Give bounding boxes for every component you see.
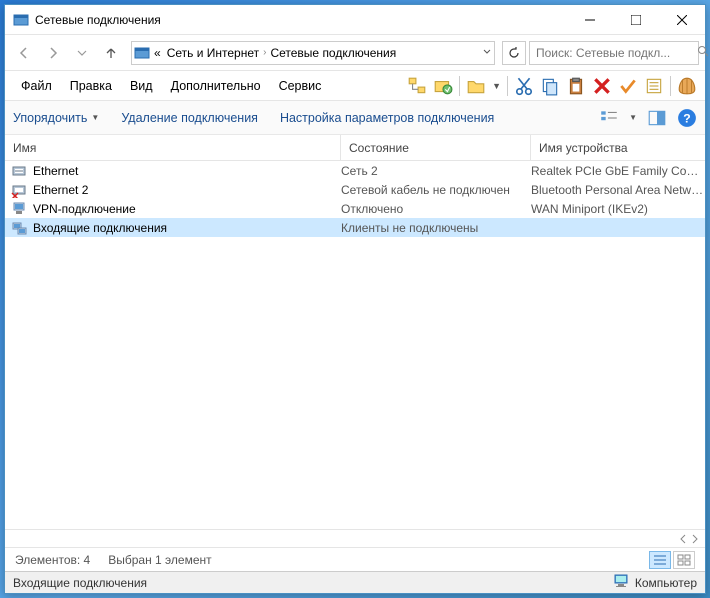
menu-edit[interactable]: Правка	[62, 75, 120, 97]
window-icon	[13, 12, 29, 28]
cut-icon[interactable]	[514, 76, 534, 96]
menu-file[interactable]: Файл	[13, 75, 60, 97]
recent-dropdown[interactable]	[69, 40, 95, 66]
connection-device: WAN Miniport (IKEv2)	[531, 202, 705, 216]
connection-list[interactable]: Ethernet Сеть 2Realtek PCIe GbE Family Co…	[5, 161, 705, 529]
search-input[interactable]	[536, 46, 691, 60]
minimize-button[interactable]	[567, 5, 613, 34]
explorer-window: Сетевые подключения « Сеть и Интернет › …	[4, 4, 706, 594]
connection-icon	[11, 201, 27, 217]
menu-extra[interactable]: Дополнительно	[163, 75, 269, 97]
details-view-button[interactable]	[649, 551, 671, 569]
window-title: Сетевые подключения	[35, 13, 567, 27]
preview-pane-button[interactable]	[647, 108, 667, 128]
address-dropdown-icon[interactable]	[482, 46, 492, 60]
column-headers: Имя Состояние Имя устройства	[5, 135, 705, 161]
connection-icon	[11, 163, 27, 179]
connection-status: Клиенты не подключены	[341, 221, 531, 235]
column-device[interactable]: Имя устройства	[531, 135, 705, 160]
folder-tree-icon[interactable]	[407, 76, 427, 96]
toolbar-icons: ▼	[407, 76, 697, 96]
check-icon[interactable]	[618, 76, 638, 96]
folder-open-icon[interactable]	[466, 76, 486, 96]
column-name[interactable]: Имя	[5, 135, 341, 160]
connection-icon	[11, 182, 27, 198]
menu-service[interactable]: Сервис	[271, 75, 330, 97]
delete-icon[interactable]	[592, 76, 612, 96]
menu-view[interactable]: Вид	[122, 75, 161, 97]
view-mode-button[interactable]	[599, 108, 619, 128]
connection-name: Ethernet	[33, 164, 78, 178]
statusbar: Элементов: 4 Выбран 1 элемент	[5, 547, 705, 571]
refresh-button[interactable]	[502, 41, 526, 65]
connection-status: Отключено	[341, 202, 531, 216]
menubar: Файл Правка Вид Дополнительно Сервис ▼	[5, 71, 705, 101]
connection-device: Realtek PCIe GbE Family Contro...	[531, 164, 705, 178]
toolbar-separator	[459, 76, 460, 96]
properties-icon[interactable]	[644, 76, 664, 96]
maximize-button[interactable]	[613, 5, 659, 34]
taskbar: Входящие подключения Компьютер	[5, 571, 705, 593]
connection-name: VPN-подключение	[33, 202, 136, 216]
connection-status: Сетевой кабель не подключен	[341, 183, 531, 197]
taskbar-left: Входящие подключения	[13, 576, 147, 590]
connection-settings-button[interactable]: Настройка параметров подключения	[280, 111, 494, 125]
breadcrumb-seg1[interactable]: Сеть и Интернет	[165, 46, 261, 60]
chevron-right-icon[interactable]: ›	[263, 47, 266, 58]
search-box[interactable]	[529, 41, 699, 65]
titlebar[interactable]: Сетевые подключения	[5, 5, 705, 35]
copy-icon[interactable]	[540, 76, 560, 96]
horizontal-scrollbar[interactable]	[5, 529, 705, 547]
chevron-down-icon: ▼	[91, 113, 99, 122]
connection-icon	[11, 220, 27, 236]
scroll-left-icon[interactable]	[677, 533, 689, 545]
status-selected: Выбран 1 элемент	[108, 553, 211, 567]
command-bar: Упорядочить ▼ Удаление подключения Настр…	[5, 101, 705, 135]
list-item[interactable]: Входящие подключения Клиенты не подключен…	[5, 218, 705, 237]
column-status[interactable]: Состояние	[341, 135, 531, 160]
connection-name: Ethernet 2	[33, 183, 88, 197]
scroll-right-icon[interactable]	[689, 533, 701, 545]
search-icon	[697, 45, 709, 60]
forward-button[interactable]	[40, 40, 66, 66]
delete-connection-button[interactable]: Удаление подключения	[121, 111, 258, 125]
taskbar-right: Компьютер	[635, 576, 697, 590]
breadcrumb-prefix: «	[152, 46, 163, 60]
connection-name: Входящие подключения	[33, 221, 167, 235]
toolbar-separator	[670, 76, 671, 96]
list-item[interactable]: Ethernet Сеть 2Realtek PCIe GbE Family Co…	[5, 161, 705, 180]
dropdown-icon[interactable]: ▼	[492, 81, 501, 91]
shell-icon[interactable]	[677, 76, 697, 96]
address-bar[interactable]: « Сеть и Интернет › Сетевые подключения	[131, 41, 495, 65]
list-item[interactable]: VPN-подключение ОтключеноWAN Miniport (IK…	[5, 199, 705, 218]
location-icon	[134, 45, 150, 61]
large-icons-view-button[interactable]	[673, 551, 695, 569]
help-icon[interactable]: ?	[677, 108, 697, 128]
list-item[interactable]: Ethernet 2 Сетевой кабель не подключенBlu…	[5, 180, 705, 199]
toolbar-separator	[507, 76, 508, 96]
status-elements: Элементов: 4	[15, 553, 90, 567]
connection-device: Bluetooth Personal Area Network	[531, 183, 705, 197]
chevron-down-icon[interactable]: ▼	[629, 113, 637, 122]
nav-toolbar: « Сеть и Интернет › Сетевые подключения	[5, 35, 705, 71]
folder-sync-icon[interactable]	[433, 76, 453, 96]
up-button[interactable]	[98, 40, 124, 66]
window-buttons	[567, 5, 705, 34]
back-button[interactable]	[11, 40, 37, 66]
close-button[interactable]	[659, 5, 705, 34]
computer-icon	[613, 574, 629, 591]
svg-text:?: ?	[683, 111, 690, 125]
connection-status: Сеть 2	[341, 164, 531, 178]
breadcrumb-seg2[interactable]: Сетевые подключения	[268, 46, 398, 60]
organize-button[interactable]: Упорядочить ▼	[13, 111, 99, 125]
paste-icon[interactable]	[566, 76, 586, 96]
